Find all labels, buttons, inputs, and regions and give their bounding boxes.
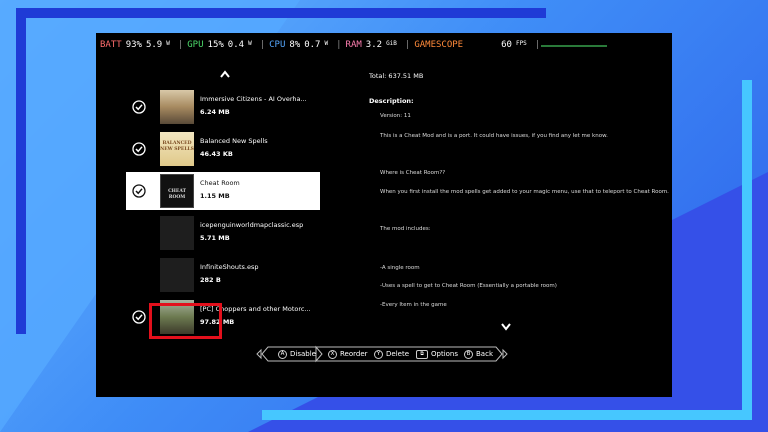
cpu-label: CPU (269, 40, 286, 50)
decor-bar-right (742, 80, 752, 420)
b-button-icon: B (464, 349, 473, 359)
description-title: Description: (369, 97, 414, 105)
reorder-button[interactable]: X Reorder (328, 348, 368, 360)
ram-value: 3.2 (365, 40, 383, 50)
checkmark-icon[interactable] (132, 184, 146, 198)
mod-thumbnail-text: CHEAT ROOM (168, 189, 186, 200)
checkmark-icon[interactable] (132, 142, 146, 156)
mod-size: 1.15 MB (200, 192, 230, 200)
decor-bar-left (16, 8, 26, 334)
delete-button[interactable]: Y Delete (374, 348, 409, 360)
mod-size: 282 B (200, 276, 221, 284)
mod-thumbnail: CHEAT ROOM (160, 174, 194, 208)
ram-label: RAM (345, 40, 362, 50)
description-line: Version: 11 (380, 113, 411, 119)
mod-size: 6.24 MB (200, 108, 230, 116)
cpu-percent: 8% (289, 40, 301, 50)
mod-size: 5.71 MB (200, 234, 230, 242)
description-line: -A single room (380, 265, 420, 271)
batt-watts: 5.9 (145, 40, 163, 50)
y-button-icon: Y (374, 349, 383, 359)
mod-list-item[interactable]: InfiniteShouts.esp 282 B (126, 256, 320, 294)
fps-graph (541, 45, 607, 47)
description-line: This is a Cheat Mod and is a port. It co… (380, 133, 608, 139)
options-button-icon: ⧉ (416, 349, 428, 359)
button-bar: A Disable X Reorder Y Delete ⧉ Options B… (256, 343, 508, 365)
mod-thumbnail (160, 258, 194, 292)
mod-list-item[interactable]: Immersive Citizens - AI Overha... 6.24 MB (126, 88, 320, 126)
scroll-up-icon[interactable] (218, 67, 232, 81)
description-line: -Every Item in the game (380, 302, 447, 308)
mod-thumbnail (160, 90, 194, 124)
mod-list-item[interactable]: BALANCED NEW SPELLS Balanced New Spells 46… (126, 130, 320, 168)
batt-label: BATT (100, 40, 122, 50)
highlight-box (149, 303, 222, 339)
description-line: The mod includes: (380, 226, 431, 232)
decor-bar-top (16, 8, 546, 18)
decor-bar-bottom (262, 410, 752, 420)
checkmark-icon[interactable] (132, 100, 146, 114)
mod-name: Cheat Room (200, 179, 240, 187)
scroll-down-icon[interactable] (499, 319, 513, 333)
description-line: -Uses a spell to get to Cheat Room (Esse… (380, 283, 557, 289)
checkmark-icon[interactable] (132, 310, 146, 324)
disable-button[interactable]: A Disable (278, 348, 316, 360)
performance-overlay: BATT 93% 5.9 W | GPU 15% 0.4 W | CPU 8% 0.… (100, 40, 541, 50)
gpu-watts: 0.4 (227, 40, 245, 50)
mod-size: 46.43 KB (200, 150, 233, 158)
mod-thumbnail: BALANCED NEW SPELLS (160, 132, 194, 166)
fps-value: 60 (501, 40, 512, 50)
game-screen: BATT 93% 5.9 W | GPU 15% 0.4 W | CPU 8% 0.… (96, 33, 672, 397)
gpu-percent: 15% (207, 40, 224, 50)
mod-name: Balanced New Spells (200, 137, 268, 145)
options-button[interactable]: ⧉ Options (416, 348, 458, 360)
total-size: Total: 637.51 MB (369, 72, 424, 80)
mod-name: InfiniteShouts.esp (200, 263, 259, 271)
back-button[interactable]: B Back (464, 348, 493, 360)
mod-name: icepenguinworldmapclassic.esp (200, 221, 304, 229)
mod-thumbnail-text: BALANCED NEW SPELLS (160, 141, 194, 152)
batt-percent: 93% (125, 40, 142, 50)
mod-list-item[interactable]: CHEAT ROOM Cheat Room 1.15 MB (126, 172, 320, 210)
gamescope-label: GAMESCOPE (414, 40, 464, 50)
a-button-icon: A (278, 349, 287, 359)
x-button-icon: X (328, 349, 337, 359)
description-line: Where is Cheat Room?? (380, 170, 446, 176)
mod-thumbnail (160, 216, 194, 250)
cpu-watts: 0.7 (304, 40, 321, 50)
gpu-label: GPU (187, 40, 204, 50)
description-line: When you first install the mod spells ge… (380, 189, 669, 195)
mod-name: Immersive Citizens - AI Overha... (200, 95, 307, 103)
mod-list-item[interactable]: icepenguinworldmapclassic.esp 5.71 MB (126, 214, 320, 252)
